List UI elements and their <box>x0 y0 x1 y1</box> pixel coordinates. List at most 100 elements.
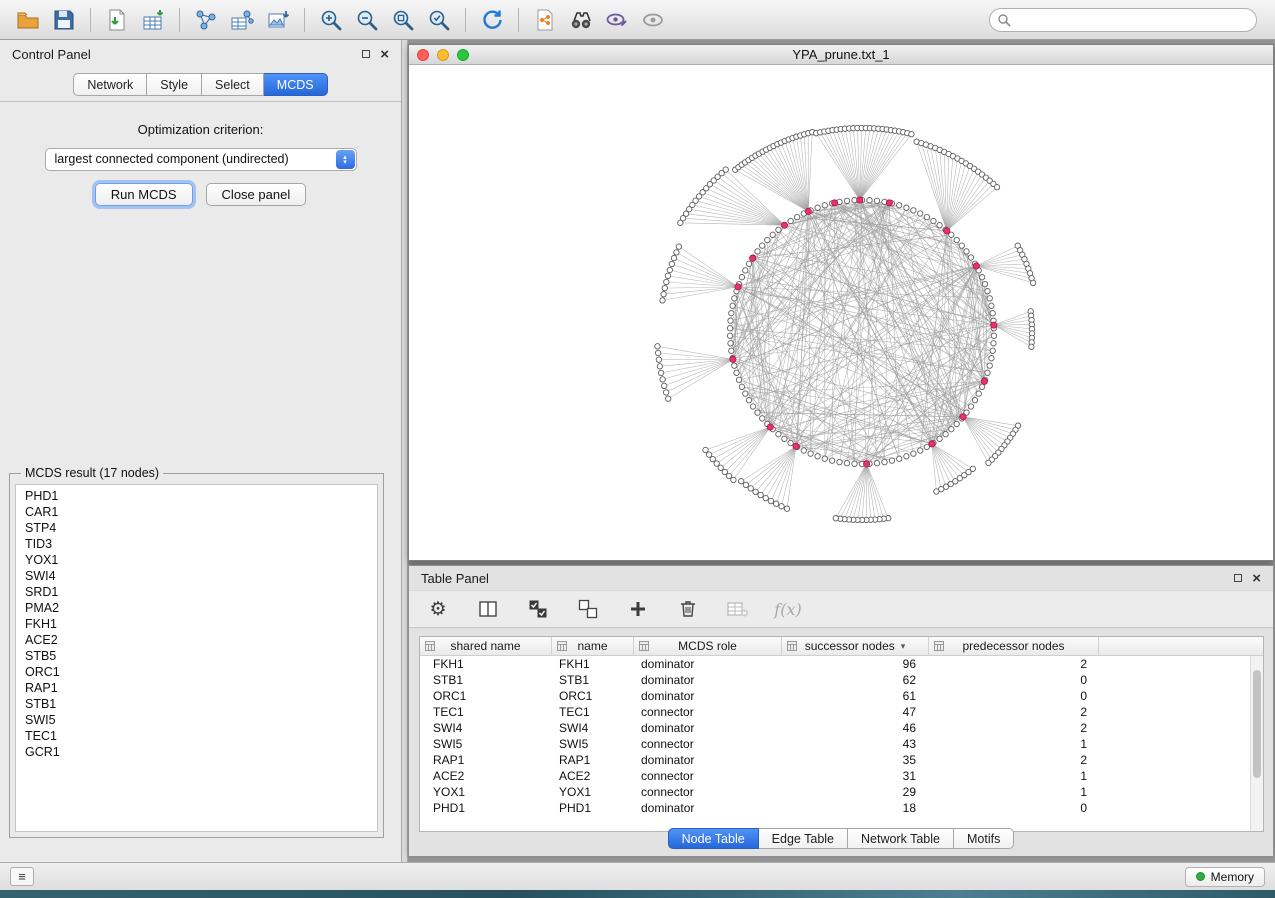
mcds-hub-node[interactable] <box>981 378 987 384</box>
tab-network-table[interactable]: Network Table <box>848 828 954 849</box>
ring-node[interactable] <box>979 275 984 280</box>
ring-node[interactable] <box>976 391 981 396</box>
table-row[interactable]: TEC1TEC1connector472 <box>420 704 1263 720</box>
mcds-result-item[interactable]: STP4 <box>16 520 377 536</box>
mcds-result-item[interactable]: TEC1 <box>16 728 377 744</box>
mcds-result-item[interactable]: ACE2 <box>16 632 377 648</box>
leaf-node[interactable] <box>1030 280 1035 285</box>
criterion-dropdown[interactable]: largest connected component (undirected)… <box>45 148 357 171</box>
search-input[interactable] <box>989 8 1257 32</box>
leaf-node[interactable] <box>763 495 768 500</box>
table-settings-button[interactable]: ⚙ <box>425 596 451 622</box>
ring-node[interactable] <box>985 289 990 294</box>
table-row[interactable]: ACE2ACE2connector311 <box>420 768 1263 784</box>
column-header-mcds-role[interactable]: MCDS role <box>634 637 782 655</box>
table-row[interactable]: FKH1FKH1dominator962 <box>420 656 1263 672</box>
ring-node[interactable] <box>743 268 748 273</box>
ring-node[interactable] <box>874 198 879 203</box>
mcds-result-item[interactable]: PHD1 <box>16 488 377 504</box>
ring-node[interactable] <box>788 440 793 445</box>
ring-node[interactable] <box>815 205 820 210</box>
ring-node[interactable] <box>729 348 734 353</box>
ring-node[interactable] <box>788 218 793 223</box>
leaf-node[interactable] <box>669 261 674 266</box>
mcds-hub-node[interactable] <box>857 197 863 203</box>
tab-style[interactable]: Style <box>147 73 202 96</box>
mcds-result-item[interactable]: SWI4 <box>16 568 377 584</box>
leaf-node[interactable] <box>722 469 727 474</box>
inspect-view-button[interactable] <box>599 5 635 35</box>
ring-node[interactable] <box>943 432 948 437</box>
ring-node[interactable] <box>989 356 994 361</box>
column-header-successor-nodes[interactable]: successor nodes ▾ <box>782 637 929 655</box>
ring-node[interactable] <box>852 461 857 466</box>
ring-node[interactable] <box>822 203 827 208</box>
float-table-panel-icon[interactable] <box>1234 574 1242 582</box>
mcds-result-item[interactable]: FKH1 <box>16 616 377 632</box>
deselect-all-columns-button[interactable] <box>575 596 601 622</box>
ring-node[interactable] <box>732 363 737 368</box>
mcds-hub-node[interactable] <box>805 208 811 214</box>
ring-node[interactable] <box>776 432 781 437</box>
ring-node[interactable] <box>882 459 887 464</box>
export-network-button[interactable] <box>224 5 260 35</box>
leaf-node[interactable] <box>656 357 661 362</box>
mcds-result-item[interactable]: GCR1 <box>16 744 377 760</box>
ring-node[interactable] <box>987 296 992 301</box>
ring-node[interactable] <box>968 255 973 260</box>
ring-node[interactable] <box>949 427 954 432</box>
close-panel-icon[interactable]: × <box>380 47 389 62</box>
run-mcds-button[interactable]: Run MCDS <box>95 183 193 206</box>
ring-node[interactable] <box>844 460 849 465</box>
ring-node[interactable] <box>968 404 973 409</box>
table-scrollbar[interactable] <box>1250 656 1263 831</box>
table-row[interactable]: PHD1PHD1dominator180 <box>420 800 1263 816</box>
ring-node[interactable] <box>991 333 996 338</box>
table-row[interactable]: YOX1YOX1connector291 <box>420 784 1263 800</box>
close-table-panel-icon[interactable]: × <box>1252 571 1261 586</box>
mcds-hub-node[interactable] <box>960 414 966 420</box>
zoom-out-button[interactable] <box>349 5 385 35</box>
mcds-hub-node[interactable] <box>750 255 756 261</box>
tab-network[interactable]: Network <box>73 73 147 96</box>
ring-node[interactable] <box>729 311 734 316</box>
refresh-button[interactable] <box>474 5 510 35</box>
ring-node[interactable] <box>904 454 909 459</box>
ring-node[interactable] <box>734 370 739 375</box>
leaf-node[interactable] <box>986 460 991 465</box>
collapse-right-icon[interactable] <box>401 458 407 464</box>
ring-node[interactable] <box>829 458 834 463</box>
tab-mcds[interactable]: MCDS <box>264 73 328 96</box>
leaf-node[interactable] <box>660 298 665 303</box>
leaf-node[interactable] <box>710 456 715 461</box>
leaf-node[interactable] <box>753 489 758 494</box>
leaf-node[interactable] <box>665 273 670 278</box>
leaf-node[interactable] <box>748 486 753 491</box>
ring-node[interactable] <box>931 218 936 223</box>
ring-node[interactable] <box>867 198 872 203</box>
memory-button[interactable]: Memory <box>1185 867 1265 887</box>
leaf-node[interactable] <box>667 267 672 272</box>
delete-column-button[interactable] <box>675 596 701 622</box>
ring-node[interactable] <box>987 363 992 368</box>
collapse-left-icon[interactable] <box>401 446 407 452</box>
leaf-node[interactable] <box>779 504 784 509</box>
ring-node[interactable] <box>972 398 977 403</box>
new-network-button[interactable] <box>188 5 224 35</box>
network-graph[interactable] <box>409 66 1273 560</box>
ring-node[interactable] <box>815 454 820 459</box>
leaf-node[interactable] <box>706 452 711 457</box>
ring-node[interactable] <box>897 456 902 461</box>
ring-node[interactable] <box>991 341 996 346</box>
mcds-result-item[interactable]: YOX1 <box>16 552 377 568</box>
tab-motifs[interactable]: Motifs <box>954 828 1014 849</box>
ring-node[interactable] <box>844 198 849 203</box>
ring-node[interactable] <box>954 237 959 242</box>
leaf-node[interactable] <box>666 396 671 401</box>
delete-table-button-disabled[interactable] <box>725 596 751 622</box>
ring-node[interactable] <box>794 214 799 219</box>
ring-node[interactable] <box>904 205 909 210</box>
leaf-node[interactable] <box>731 477 736 482</box>
mcds-result-item[interactable]: SRD1 <box>16 584 377 600</box>
import-network-button[interactable] <box>99 5 135 35</box>
